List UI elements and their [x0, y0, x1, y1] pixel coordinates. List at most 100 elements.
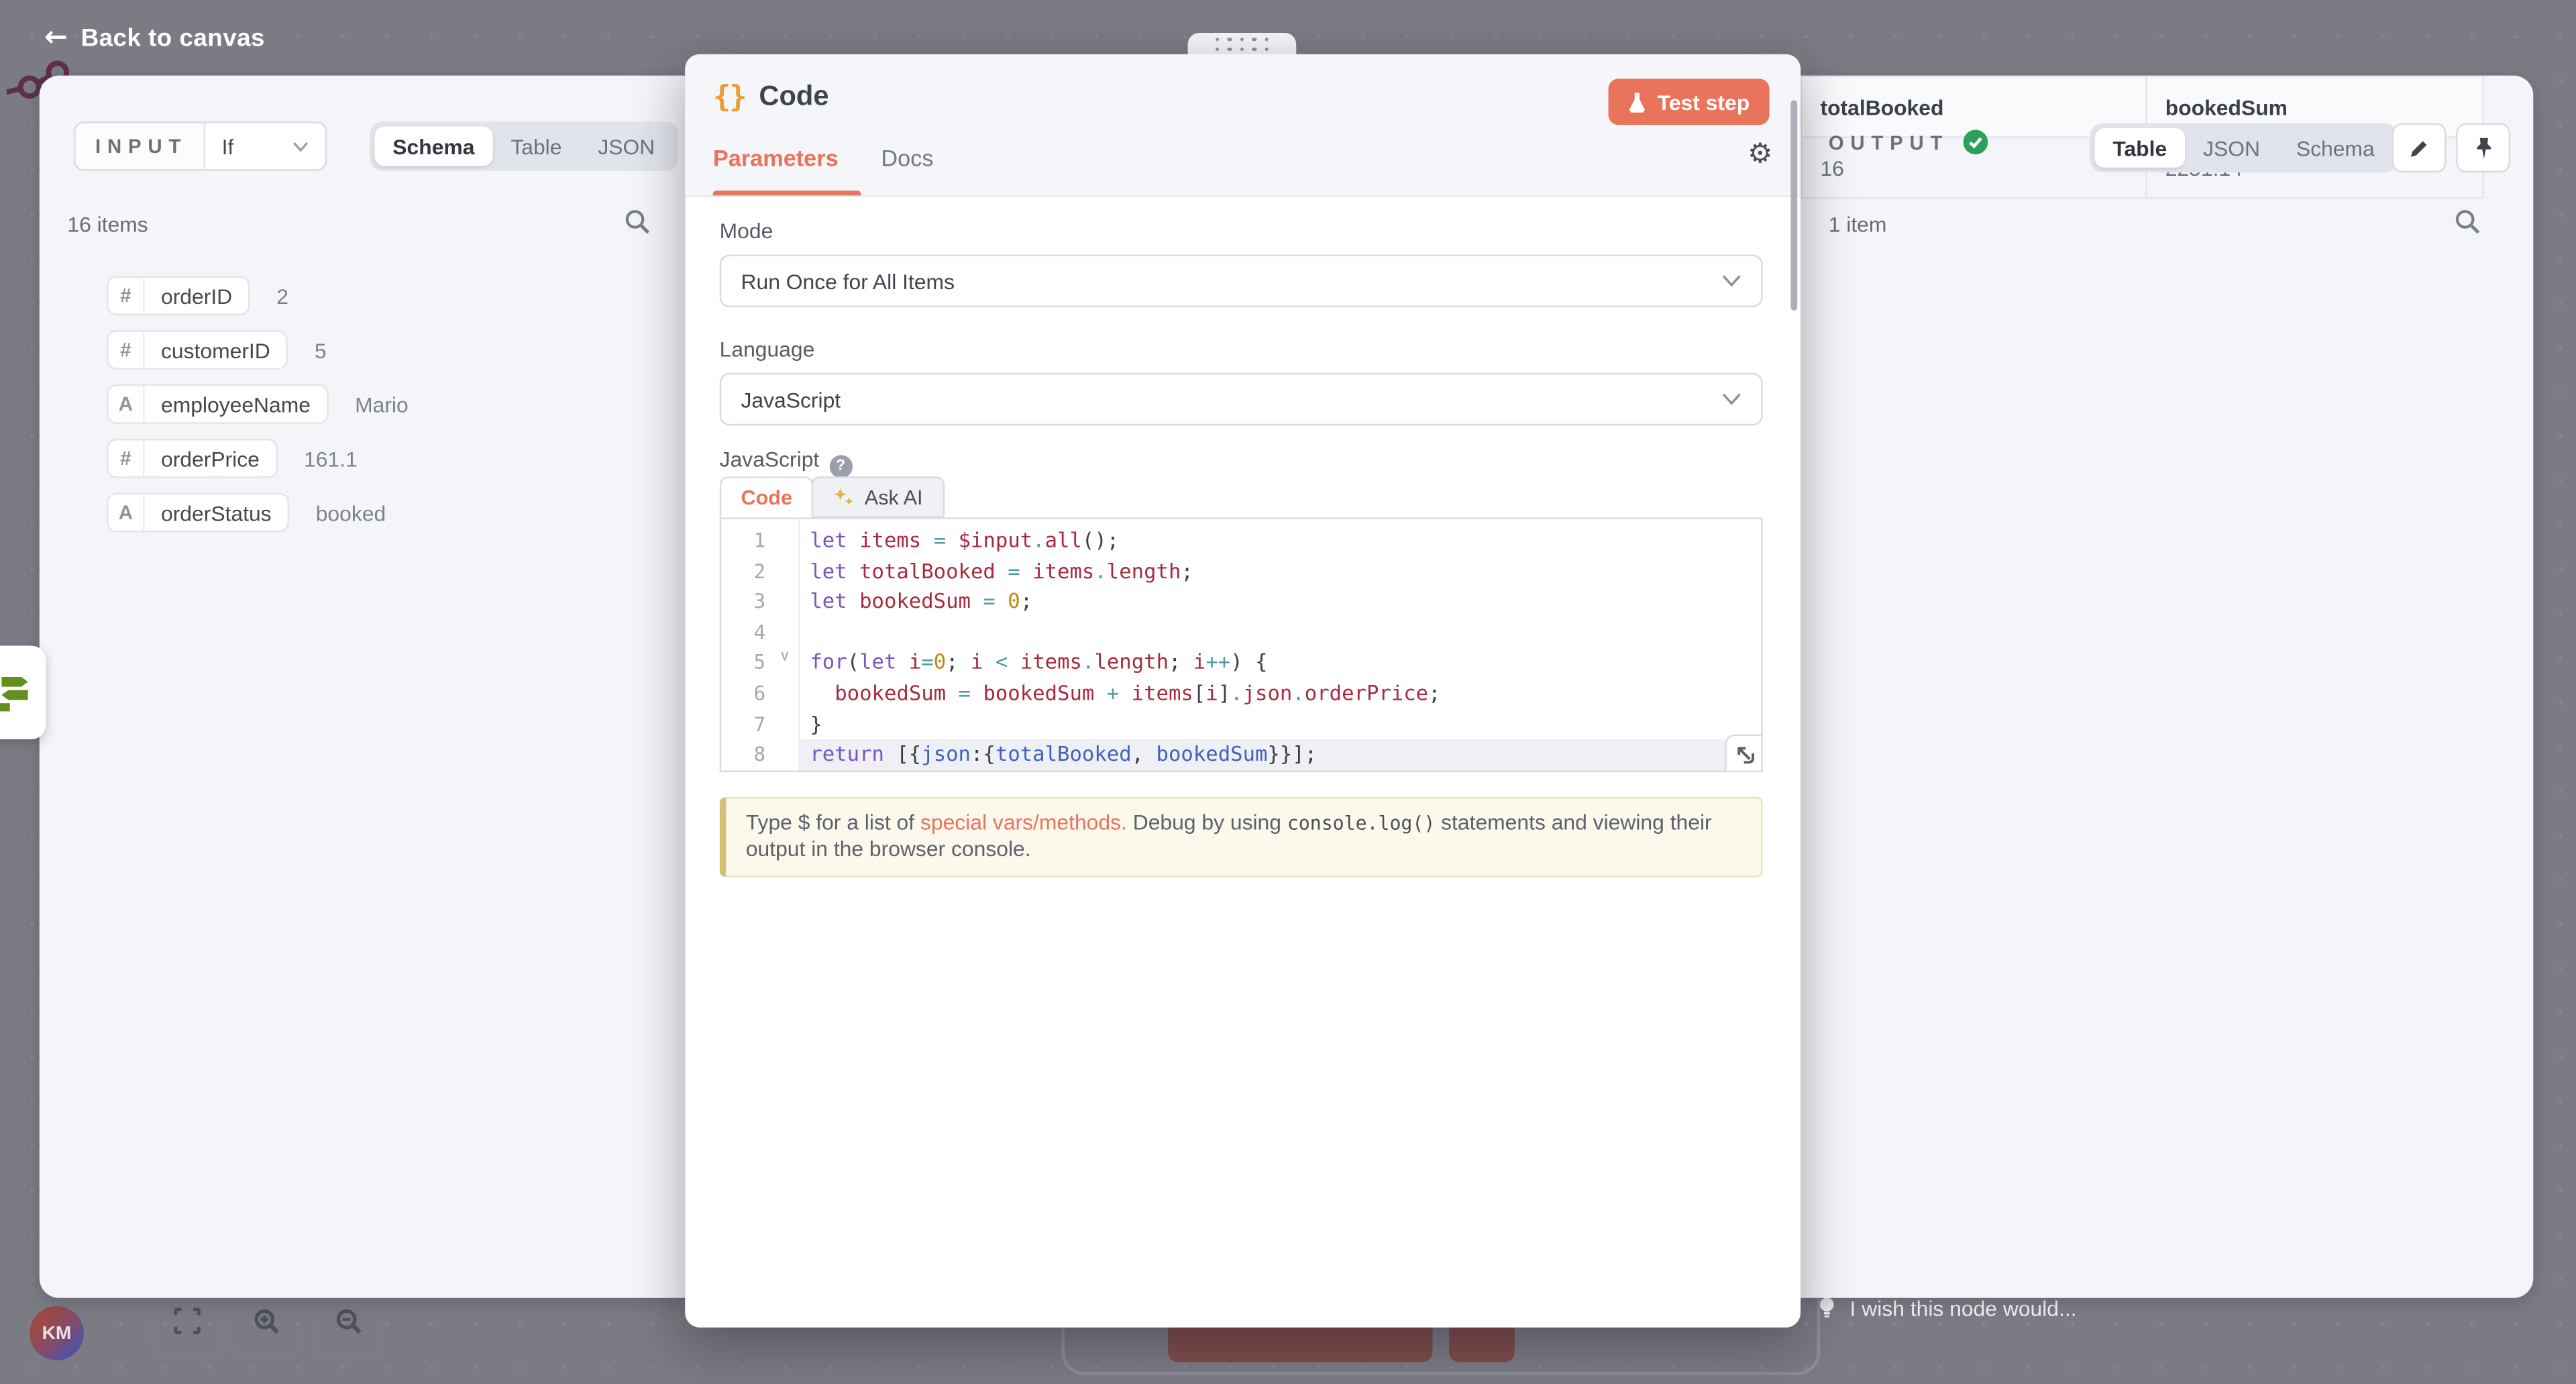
schema-field-row: A employeeName Mario [107, 384, 409, 424]
schema-field-value: booked [316, 500, 386, 525]
schema-field-pill[interactable]: A employeeName [107, 384, 329, 424]
tab-docs[interactable]: Docs [881, 145, 933, 189]
tab-input-schema[interactable]: Schema [374, 127, 492, 166]
back-arrow-icon: ← [44, 24, 68, 52]
string-type-icon: A [109, 386, 145, 423]
code-line: let bookedSum = 0; [800, 587, 1762, 618]
test-step-button[interactable]: Test step [1608, 79, 1769, 125]
code-line [800, 617, 1762, 648]
output-label: OUTPUT [1829, 131, 1949, 154]
active-tab-underline [713, 191, 861, 195]
if-node-icon [0, 673, 34, 712]
line-number: 7 [721, 709, 798, 740]
expand-icon [1734, 743, 1754, 763]
back-label: Back to canvas [81, 24, 265, 52]
sparkles-icon [833, 486, 855, 508]
expand-editor-button[interactable] [1725, 735, 1761, 771]
schema-field-value: 2 [276, 283, 288, 308]
hint-text: Debug by using [1127, 810, 1287, 835]
hint-text: Type $ for a list of [746, 810, 920, 835]
line-number: 8 [721, 739, 798, 770]
input-view-tabs: Schema Table JSON [370, 121, 678, 170]
code-node-icon: {} [713, 81, 745, 115]
schema-field-name: orderID [145, 278, 249, 314]
search-icon[interactable] [625, 209, 653, 237]
node-settings-gear-icon[interactable]: ⚙ [1748, 142, 1772, 170]
pin-icon [2473, 136, 2493, 159]
code-line: return [{json:{totalBooked, bookedSum}}]… [800, 739, 1762, 770]
modal-scrollbar[interactable] [1790, 100, 1797, 310]
tab-parameters[interactable]: Parameters [713, 145, 839, 189]
help-icon[interactable]: ? [829, 454, 852, 477]
code-line: for(let i=0; i < items.length; i++) { [800, 648, 1762, 679]
chevron-down-icon [1722, 392, 1741, 406]
back-to-canvas-button[interactable]: ← Back to canvas [44, 24, 265, 52]
code-node-modal: {} Code Test step Parameters Docs ⚙ Mode… [685, 54, 1801, 1328]
language-select[interactable]: JavaScript [720, 373, 1763, 425]
pin-output-button[interactable] [2456, 123, 2510, 172]
flask-icon [1628, 91, 1646, 113]
tab-output-schema[interactable]: Schema [2278, 128, 2393, 168]
output-items-count: 1 item [1829, 212, 1887, 237]
input-panel: INPUT If Schema Table JSON 16 items # or… [40, 76, 685, 1298]
pencil-icon [2408, 137, 2430, 158]
number-type-icon: # [109, 278, 145, 314]
tab-input-json[interactable]: JSON [580, 127, 673, 166]
if-node-preview[interactable] [0, 645, 46, 739]
drag-dots-icon [1215, 37, 1269, 51]
fold-chevron-icon[interactable]: ∨ [780, 649, 790, 665]
chevron-down-icon [1722, 274, 1741, 288]
schema-field-pill[interactable]: # orderPrice [107, 439, 278, 478]
code-line: let items = $input.all(); [800, 526, 1762, 557]
schema-field-pill[interactable]: # orderID [107, 276, 250, 315]
line-number: 2 [721, 556, 798, 587]
code-area: let items = $input.all();let totalBooked… [800, 519, 1762, 771]
schema-field-name: orderPrice [145, 440, 276, 476]
tab-input-table[interactable]: Table [492, 127, 580, 166]
lightbulb-icon [1817, 1296, 1837, 1321]
schema-field-row: # customerID 5 [107, 330, 326, 370]
line-number: 6 [721, 678, 798, 709]
ndv-drag-handle[interactable] [1188, 33, 1297, 56]
tab-code[interactable]: Code [720, 476, 814, 517]
code-line: let totalBooked = items.length; [800, 556, 1762, 587]
schema-field-name: employeeName [145, 386, 327, 423]
code-line: bookedSum = bookedSum + items[i].json.or… [800, 678, 1762, 709]
language-label: Language [720, 337, 815, 362]
input-items-count: 16 items [67, 212, 148, 237]
editor-gutter: ∨ 12345678 [721, 519, 800, 771]
mode-value: Run Once for All Items [741, 268, 955, 293]
code-editor[interactable]: ∨ 12345678 let items = $input.all();let … [720, 517, 1763, 772]
node-header: {} Code Test step Parameters Docs ⚙ [685, 54, 1801, 197]
schema-field-row: # orderID 2 [107, 276, 288, 315]
search-icon[interactable] [2455, 209, 2483, 237]
schema-field-pill[interactable]: A orderStatus [107, 493, 289, 533]
tab-output-json[interactable]: JSON [2185, 128, 2278, 168]
editor-hint: Type $ for a list of special vars/method… [720, 797, 1763, 877]
line-number: 3 [721, 587, 798, 618]
input-label: INPUT [76, 123, 205, 170]
success-check-icon [1964, 129, 1988, 154]
input-node-selector[interactable]: INPUT If [74, 121, 327, 170]
mode-label: Mode [720, 219, 773, 244]
edit-output-button[interactable] [2392, 123, 2447, 172]
schema-field-value: 5 [315, 337, 327, 362]
fit-view-icon [174, 1308, 201, 1334]
schema-field-pill[interactable]: # customerID [107, 330, 288, 370]
zoom-in-icon [252, 1307, 280, 1335]
mode-select[interactable]: Run Once for All Items [720, 255, 1763, 307]
output-view-tabs: Table JSON Schema [2090, 123, 2398, 172]
language-value: JavaScript [741, 387, 841, 412]
input-selector-value: If [222, 134, 234, 159]
schema-field-value: 161.1 [304, 446, 358, 471]
schema-field-row: # orderPrice 161.1 [107, 439, 358, 478]
tab-output-table[interactable]: Table [2094, 128, 2185, 168]
console-log-code: console.log() [1287, 812, 1435, 835]
avatar: KM [30, 1306, 84, 1361]
special-vars-link[interactable]: special vars/methods. [920, 810, 1127, 835]
number-type-icon: # [109, 332, 145, 368]
node-feedback-button[interactable]: I wish this node would... [1817, 1296, 2077, 1321]
schema-field-value: Mario [355, 392, 409, 417]
tab-ask-ai[interactable]: Ask AI [812, 476, 944, 517]
code-field-label: JavaScript? [720, 447, 853, 477]
